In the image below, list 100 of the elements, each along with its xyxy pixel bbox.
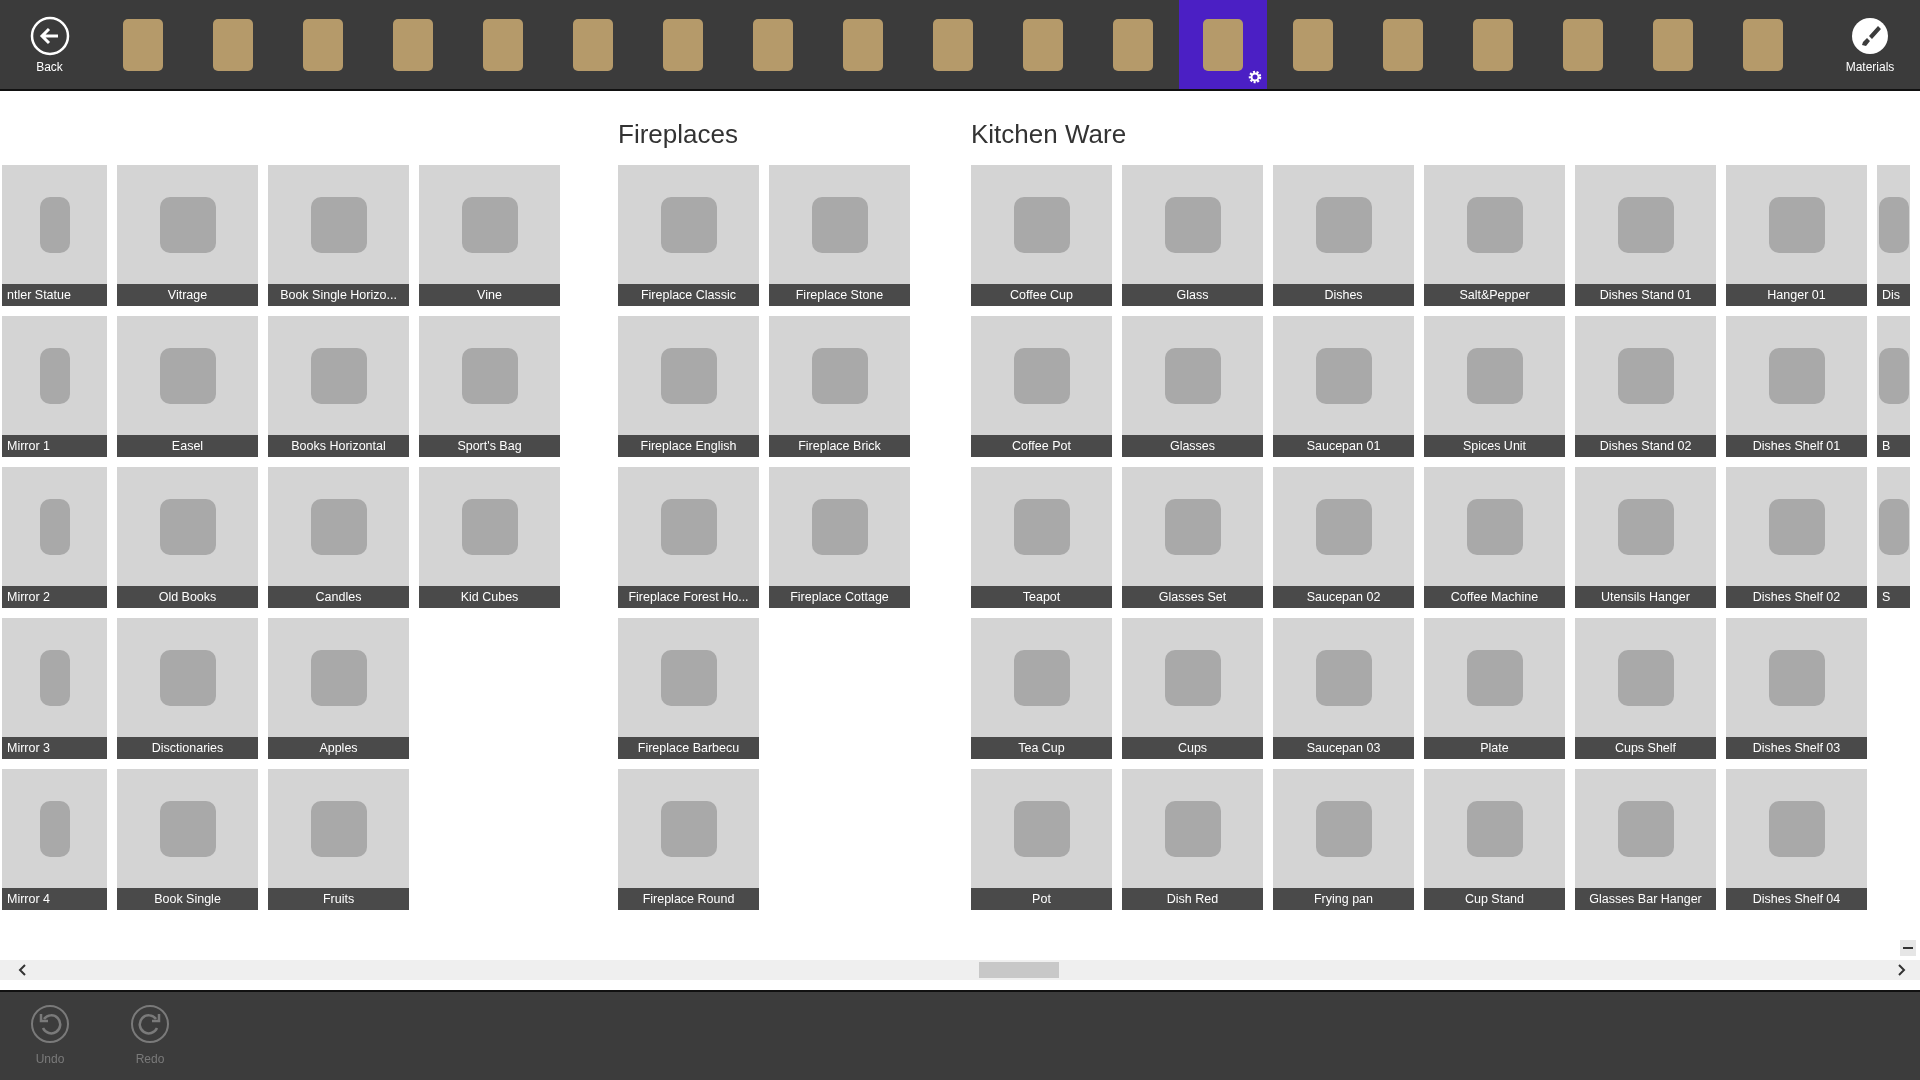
catalog-tile[interactable]: Cup Stand bbox=[1424, 769, 1565, 910]
catalog-tile[interactable]: Hanger 01 bbox=[1726, 165, 1867, 306]
catalog-tile[interactable]: Dishes Stand 01 bbox=[1575, 165, 1716, 306]
catalog-tile[interactable]: S bbox=[1877, 467, 1910, 608]
catalog-tile[interactable]: Fireplace English bbox=[618, 316, 759, 457]
tile-label: Sport's Bag bbox=[419, 435, 560, 457]
catalog-tile[interactable]: Glasses bbox=[1122, 316, 1263, 457]
catalog-tile[interactable]: Coffee Machine bbox=[1424, 467, 1565, 608]
catalog-tile[interactable]: Frying pan bbox=[1273, 769, 1414, 910]
catalog-tile[interactable]: Old Books bbox=[117, 467, 258, 608]
catalog-tile[interactable]: Fireplace Round bbox=[618, 769, 759, 910]
tile-label: Cup Stand bbox=[1424, 888, 1565, 910]
redo-icon bbox=[130, 1004, 170, 1044]
catalog-tile[interactable]: Utensils Hanger bbox=[1575, 467, 1716, 608]
catalog-tile[interactable]: Spices Unit bbox=[1424, 316, 1565, 457]
catalog-tile[interactable]: Glasses Set bbox=[1122, 467, 1263, 608]
zoom-out-button[interactable] bbox=[1900, 940, 1916, 956]
tile-label: ntler Statue bbox=[2, 284, 107, 306]
tile-label: Coffee Pot bbox=[971, 435, 1112, 457]
tile-label: Pot bbox=[971, 888, 1112, 910]
tile-label: Fireplace Classic bbox=[618, 284, 759, 306]
catalog-tile[interactable]: Cups bbox=[1122, 618, 1263, 759]
render-placeholder bbox=[39, 347, 70, 404]
catalog-tile[interactable]: Vine bbox=[419, 165, 560, 306]
catalog-tile[interactable]: Plate bbox=[1424, 618, 1565, 759]
scroll-left-icon[interactable] bbox=[18, 964, 28, 976]
catalog-tile[interactable]: B bbox=[1877, 316, 1910, 457]
catalog-tile[interactable]: Saucepan 03 bbox=[1273, 618, 1414, 759]
materials-button[interactable]: Materials bbox=[1820, 0, 1920, 89]
catalog-tile[interactable]: Dis bbox=[1877, 165, 1910, 306]
catalog-tile[interactable]: Dishes Shelf 04 bbox=[1726, 769, 1867, 910]
tile-label: Salt&Pepper bbox=[1424, 284, 1565, 306]
catalog-tile[interactable]: Easel bbox=[117, 316, 258, 457]
catalog-tile[interactable]: Book Single bbox=[117, 769, 258, 910]
catalog-tile[interactable]: Fireplace Classic bbox=[618, 165, 759, 306]
catalog-tile[interactable]: Fireplace Barbecu bbox=[618, 618, 759, 759]
catalog-tile[interactable]: Tea Cup bbox=[971, 618, 1112, 759]
catalog-tile[interactable]: Mirror 4 bbox=[2, 769, 107, 910]
catalog-tile[interactable]: Fireplace Cottage bbox=[769, 467, 910, 608]
furniture-thumbnail bbox=[123, 18, 163, 71]
catalog-tile[interactable]: Fruits bbox=[268, 769, 409, 910]
tile-label: Dishes bbox=[1273, 284, 1414, 306]
catalog-tile[interactable]: Dishes bbox=[1273, 165, 1414, 306]
catalog-tile[interactable]: Sport's Bag bbox=[419, 316, 560, 457]
catalog-tile[interactable]: Dishes Shelf 03 bbox=[1726, 618, 1867, 759]
catalog-tile[interactable]: Mirror 2 bbox=[2, 467, 107, 608]
catalog-tile[interactable]: Mirror 1 bbox=[2, 316, 107, 457]
catalog-tile[interactable]: Fireplace Stone bbox=[769, 165, 910, 306]
catalog-tile[interactable]: Kid Cubes bbox=[419, 467, 560, 608]
render-placeholder bbox=[159, 498, 216, 555]
catalog-tile[interactable]: Coffee Cup bbox=[971, 165, 1112, 306]
tile-label: Fireplace Round bbox=[618, 888, 759, 910]
tile-label: B bbox=[1877, 435, 1910, 457]
catalog-tile[interactable]: Mirror 3 bbox=[2, 618, 107, 759]
catalog-tile[interactable]: Dishes Shelf 01 bbox=[1726, 316, 1867, 457]
tile-label: Dishes Shelf 04 bbox=[1726, 888, 1867, 910]
tile-label: Frying pan bbox=[1273, 888, 1414, 910]
catalog-tile[interactable]: Dishes Stand 02 bbox=[1575, 316, 1716, 457]
catalog-tile[interactable]: Salt&Pepper bbox=[1424, 165, 1565, 306]
furniture-thumbnail bbox=[1383, 18, 1423, 71]
render-placeholder bbox=[310, 800, 367, 857]
render-placeholder bbox=[39, 498, 70, 555]
catalog-tile[interactable]: Teapot bbox=[971, 467, 1112, 608]
catalog-tile[interactable]: Candles bbox=[268, 467, 409, 608]
catalog-tile[interactable]: Glasses Bar Hanger bbox=[1575, 769, 1716, 910]
catalog-tile[interactable]: Book Single Horizo... bbox=[268, 165, 409, 306]
catalog-tile[interactable]: Cups Shelf bbox=[1575, 618, 1716, 759]
catalog-tile[interactable]: Books Horizontal bbox=[268, 316, 409, 457]
catalog-tile[interactable]: Disctionaries bbox=[117, 618, 258, 759]
tile-label: S bbox=[1877, 586, 1910, 608]
tile-label: Tea Cup bbox=[971, 737, 1112, 759]
catalog-tile[interactable]: Saucepan 01 bbox=[1273, 316, 1414, 457]
catalog-tile[interactable]: Dishes Shelf 02 bbox=[1726, 467, 1867, 608]
render-placeholder bbox=[1164, 498, 1221, 555]
catalog-tile[interactable]: Coffee Pot bbox=[971, 316, 1112, 457]
horizontal-scrollbar[interactable] bbox=[0, 960, 1920, 980]
render-placeholder bbox=[461, 347, 518, 404]
catalog-tile[interactable]: Fireplace Brick bbox=[769, 316, 910, 457]
scrollbar-thumb[interactable] bbox=[979, 962, 1059, 978]
furniture-thumbnail bbox=[1023, 18, 1063, 71]
furniture-thumbnail bbox=[1743, 18, 1783, 71]
catalog-tile[interactable]: Apples bbox=[268, 618, 409, 759]
render-placeholder bbox=[1878, 347, 1909, 404]
catalog-tile[interactable]: Dish Red bbox=[1122, 769, 1263, 910]
tile-label: Books Horizontal bbox=[268, 435, 409, 457]
back-button[interactable]: Back bbox=[0, 0, 99, 89]
render-placeholder bbox=[1466, 498, 1523, 555]
category-button[interactable] bbox=[1179, 0, 1267, 89]
catalog-tile[interactable]: Pot bbox=[971, 769, 1112, 910]
catalog-tile[interactable]: Glass bbox=[1122, 165, 1263, 306]
tile-label: Glass bbox=[1122, 284, 1263, 306]
catalog-tile[interactable]: Saucepan 02 bbox=[1273, 467, 1414, 608]
catalog-tile[interactable]: Vitrage bbox=[117, 165, 258, 306]
scroll-right-icon[interactable] bbox=[1896, 964, 1906, 976]
catalog-tile[interactable]: ntler Statue bbox=[2, 165, 107, 306]
tile-label: Dis bbox=[1877, 284, 1910, 306]
render-placeholder bbox=[1617, 649, 1674, 706]
render-placeholder bbox=[461, 498, 518, 555]
catalog-tile[interactable]: Fireplace Forest Ho... bbox=[618, 467, 759, 608]
render-placeholder bbox=[660, 347, 717, 404]
